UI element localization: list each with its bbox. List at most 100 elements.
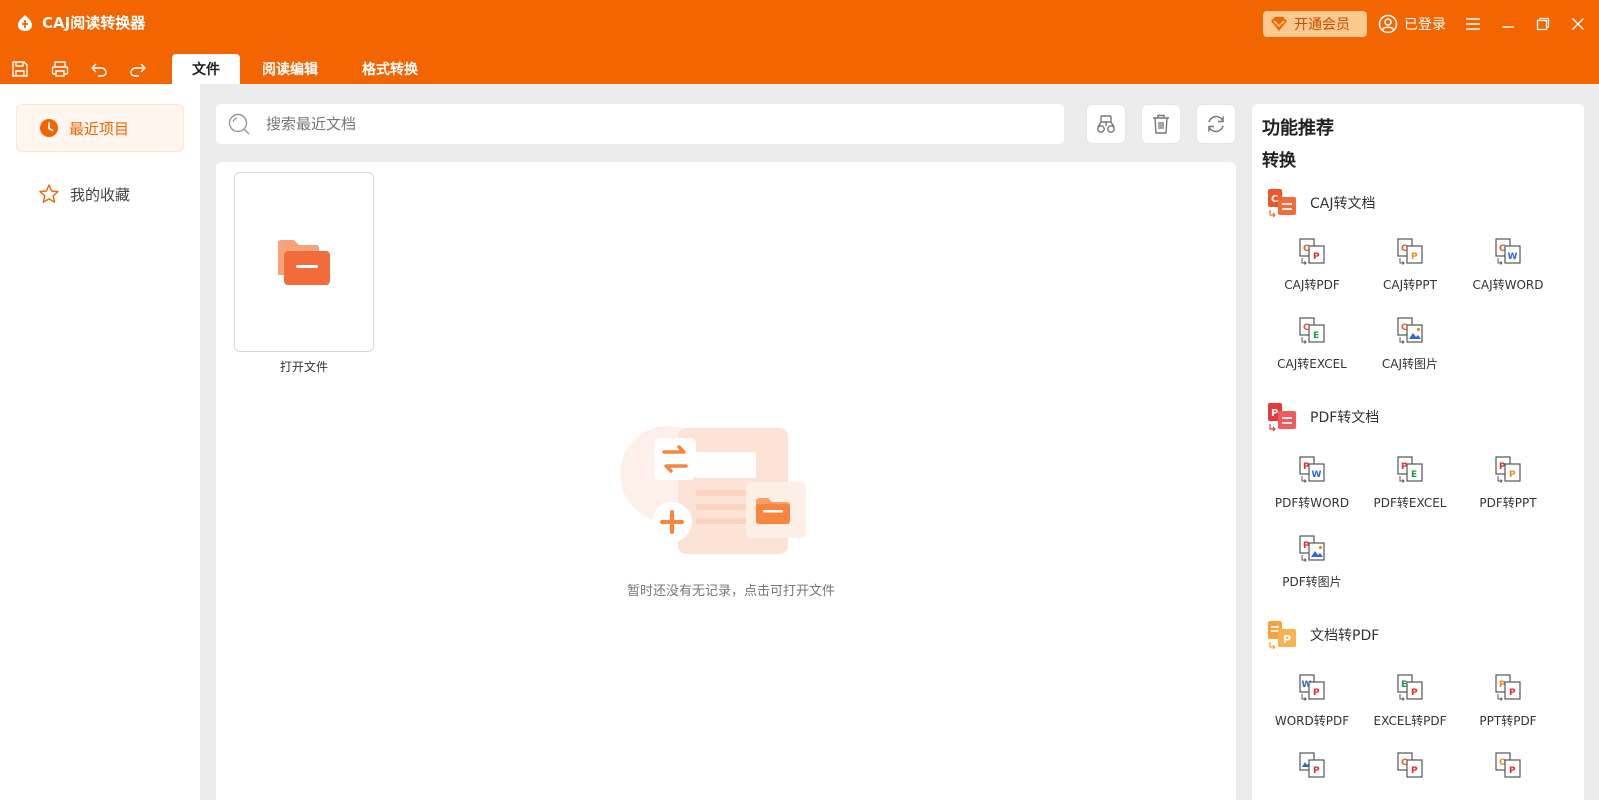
caj-to-ppt-item[interactable]: C P CAJ转PPT	[1360, 236, 1460, 293]
user-icon	[1378, 14, 1398, 34]
vip-button[interactable]: 开通会员	[1263, 11, 1367, 37]
minimize-button[interactable]	[1497, 13, 1519, 35]
pdf-to-word-item[interactable]: P W PDF转WORD	[1262, 454, 1362, 511]
refresh-button[interactable]	[1196, 104, 1236, 144]
left-sidebar: 最近项目 我的收藏	[0, 84, 200, 800]
menu-button[interactable]	[1462, 13, 1484, 35]
close-button[interactable]	[1567, 13, 1589, 35]
item-label: PDF转图片	[1282, 575, 1342, 589]
svg-text:W: W	[1508, 252, 1518, 262]
svg-text:E: E	[1401, 680, 1407, 690]
item-label: CAJ转图片	[1381, 357, 1439, 371]
print-icon	[51, 61, 69, 77]
tab-read-edit[interactable]: 阅读编辑	[250, 54, 330, 84]
svg-text:P: P	[1313, 766, 1320, 776]
recent-files-area: 打开文件 暂时还没有无记录，点击可打开文件	[216, 162, 1236, 800]
sidebar-item-label: 我的收藏	[70, 185, 131, 204]
svg-text:C: C	[1271, 194, 1278, 205]
svg-text:P: P	[1509, 470, 1516, 480]
open-file-label: 打开文件	[279, 360, 328, 374]
pdf-to-excel-icon: P E	[1397, 456, 1423, 483]
caj-to-image-item[interactable]: C CAJ转图片	[1360, 315, 1460, 372]
hamburger-icon	[1466, 18, 1480, 30]
undo-button[interactable]	[88, 58, 110, 80]
redo-icon	[130, 63, 146, 77]
user-account[interactable]: 已登录	[1378, 12, 1446, 36]
item-label: PDF转EXCEL	[1373, 496, 1447, 510]
minimize-icon	[1502, 26, 1514, 28]
item-label: CAJ转WORD	[1472, 278, 1544, 292]
item-label: PPT转PDF	[1479, 714, 1537, 728]
item-label: CAJ转EXCEL	[1277, 357, 1347, 371]
pdf-to-ppt-item[interactable]: P P PDF转PPT	[1458, 454, 1558, 511]
save-button[interactable]	[9, 58, 31, 80]
pdf-convert-icon: P	[1268, 403, 1296, 432]
svg-text:E: E	[1411, 470, 1417, 480]
svg-text:W: W	[1312, 470, 1322, 480]
caj-to-word-item[interactable]: C W CAJ转WORD	[1458, 236, 1558, 293]
panel-subtitle: 转换	[1262, 151, 1296, 171]
svg-text:P: P	[1411, 766, 1418, 776]
trash-icon	[1153, 114, 1169, 134]
print-button[interactable]	[49, 58, 71, 80]
svg-text:P: P	[1411, 252, 1418, 262]
caj-to-pdf-alt-item[interactable]: C P	[1360, 750, 1460, 790]
caj-to-pdf-alt-icon: C P	[1397, 752, 1423, 778]
excel-to-pdf-item[interactable]: E P EXCEL转PDF	[1360, 672, 1460, 729]
pdf-to-ppt-icon: P P	[1495, 456, 1521, 483]
view-mode-button[interactable]	[1086, 104, 1126, 144]
group-caj-to-doc: C CAJ转文档	[1266, 186, 1375, 220]
pdf-to-excel-item[interactable]: P E PDF转EXCEL	[1360, 454, 1460, 511]
group-doc-to-pdf: P 文档转PDF	[1266, 618, 1379, 652]
group-label: CAJ转文档	[1310, 196, 1376, 212]
search-input[interactable]	[266, 115, 1064, 133]
save-icon	[12, 61, 28, 77]
word-to-pdf-item[interactable]: W P WORD转PDF	[1262, 672, 1362, 729]
close-icon	[1572, 18, 1584, 30]
image-to-pdf-item[interactable]: P	[1262, 750, 1362, 790]
image-to-pdf-icon: P	[1299, 752, 1325, 778]
svg-text:P: P	[1411, 688, 1418, 698]
sidebar-item-recent[interactable]: 最近项目	[16, 104, 184, 152]
ppt-to-pdf-item[interactable]: P P PPT转PDF	[1458, 672, 1558, 729]
app-logo-icon	[18, 15, 32, 31]
item-label: PDF转WORD	[1274, 496, 1350, 510]
refresh-icon	[1208, 115, 1224, 133]
delete-button[interactable]	[1141, 104, 1181, 144]
diamond-icon	[1271, 17, 1287, 31]
empty-state-illustration	[620, 426, 806, 554]
maximize-button[interactable]	[1532, 13, 1554, 35]
caj-to-pdf-icon: C P	[1299, 238, 1325, 265]
group-pdf-to-doc: P PDF转文档	[1266, 400, 1379, 434]
tab-file[interactable]: 文件	[172, 54, 240, 84]
excel-to-pdf-icon: E P	[1397, 674, 1423, 701]
search-icon	[226, 111, 252, 137]
caj-to-excel-item[interactable]: C E CAJ转EXCEL	[1262, 315, 1362, 372]
pdf-to-image-item[interactable]: P PDF转图片	[1262, 533, 1362, 590]
item-label: EXCEL转PDF	[1373, 714, 1447, 728]
ppt-to-pdf-icon: P P	[1495, 674, 1521, 701]
undo-icon	[91, 63, 107, 77]
svg-text:E: E	[1313, 331, 1319, 341]
open-file-card[interactable]	[234, 172, 374, 352]
svg-text:P: P	[1313, 252, 1320, 262]
other-to-pdf-icon: O P	[1495, 752, 1521, 778]
search-bar	[216, 104, 1064, 144]
caj-to-pdf-item[interactable]: C P CAJ转PDF	[1262, 236, 1362, 293]
pdf-to-image-icon: P	[1299, 535, 1325, 562]
group-label: 文档转PDF	[1310, 628, 1380, 644]
caj-convert-icon: C	[1268, 189, 1296, 218]
caj-to-image-icon: C	[1397, 317, 1423, 344]
redo-button[interactable]	[127, 58, 149, 80]
sidebar-item-favorites[interactable]: 我的收藏	[16, 170, 184, 218]
title-bar: CAJ阅读转换器 开通会员 已登录 文件 阅读编辑 格式转换	[0, 0, 1599, 84]
item-label: CAJ转PPT	[1383, 278, 1437, 292]
doc-to-pdf-icon: P	[1268, 621, 1296, 650]
sidebar-item-label: 最近项目	[69, 119, 130, 138]
caj-to-ppt-icon: C P	[1397, 238, 1423, 265]
empty-state-text: 暂时还没有无记录，点击可打开文件	[626, 584, 835, 599]
item-label: WORD转PDF	[1274, 714, 1350, 728]
other-to-pdf-item[interactable]: O P	[1458, 750, 1558, 790]
tab-format-convert[interactable]: 格式转换	[350, 54, 430, 84]
app-title: CAJ阅读转换器	[42, 14, 146, 32]
